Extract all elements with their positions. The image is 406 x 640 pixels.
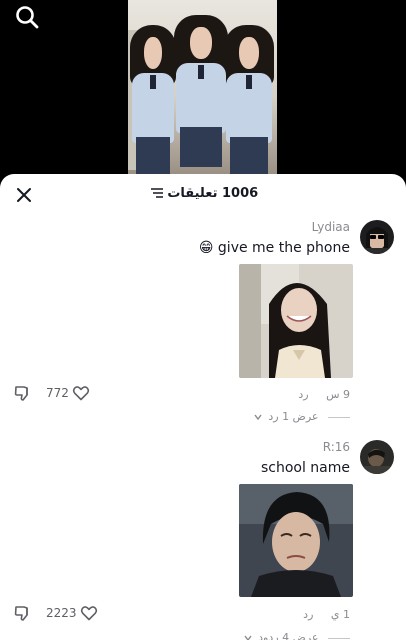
comment-meta: 9 س رد [298,388,350,401]
avatar-image [360,220,394,254]
like-count: 772 [46,386,69,400]
reply-button[interactable]: رد [303,608,313,621]
chevron-down-icon [244,635,252,640]
comment-count-title: 1006 تعليقات [0,186,406,201]
comment-emoji: 😁 [198,240,214,256]
avatar-image [360,440,394,474]
video-frame[interactable] [128,0,277,175]
view-replies-label: عرض 4 ردود [258,631,319,640]
comment-item: R:16 school name 1 ي رد عرض 4 ردود 2223 [0,438,406,640]
comment-username[interactable]: R:16 [323,440,350,454]
thumbs-down-icon[interactable] [13,384,31,402]
comment-body: give me the phone [217,240,350,256]
avatar[interactable] [360,440,394,474]
comment-username[interactable]: Lydiaa [312,220,350,234]
view-replies-label: عرض 1 رد [268,410,319,423]
comment-image[interactable] [239,484,353,597]
comment-time: 1 ي [330,608,350,621]
comment-item: Lydiaa 😁 give me the phone 9 س رد عرض 1 … [0,218,406,428]
heart-icon[interactable] [80,604,98,622]
comment-text: 😁 give me the phone [199,240,350,256]
search-button[interactable] [14,4,40,30]
divider-line [328,416,350,418]
divider-line [328,637,350,639]
video-player[interactable] [0,0,406,190]
video-person-right [224,25,274,175]
view-replies-button[interactable]: عرض 1 رد [254,410,350,423]
video-person-left [130,25,176,175]
comment-meta: 1 ي رد [303,608,350,621]
view-replies-button[interactable]: عرض 4 ردود [244,631,350,640]
comments-header: 1006 تعليقات [0,174,406,214]
comments-sheet: 1006 تعليقات Lydiaa 😁 give me the phone [0,174,406,640]
comment-actions: 2223 [13,603,98,623]
comment-actions: 772 [13,383,90,403]
video-person-center [174,15,228,175]
search-icon [16,6,39,29]
comment-text: school name [260,460,350,476]
heart-icon[interactable] [72,384,90,402]
like-count: 2223 [46,606,77,620]
comment-time: 9 س [326,388,350,401]
comment-count-label: 1006 تعليقات [167,186,259,201]
avatar[interactable] [360,220,394,254]
filter-icon[interactable] [150,188,163,198]
reply-button[interactable]: رد [298,388,308,401]
comment-image[interactable] [239,264,353,378]
thumbs-down-icon[interactable] [13,604,31,622]
chevron-down-icon [254,414,262,420]
